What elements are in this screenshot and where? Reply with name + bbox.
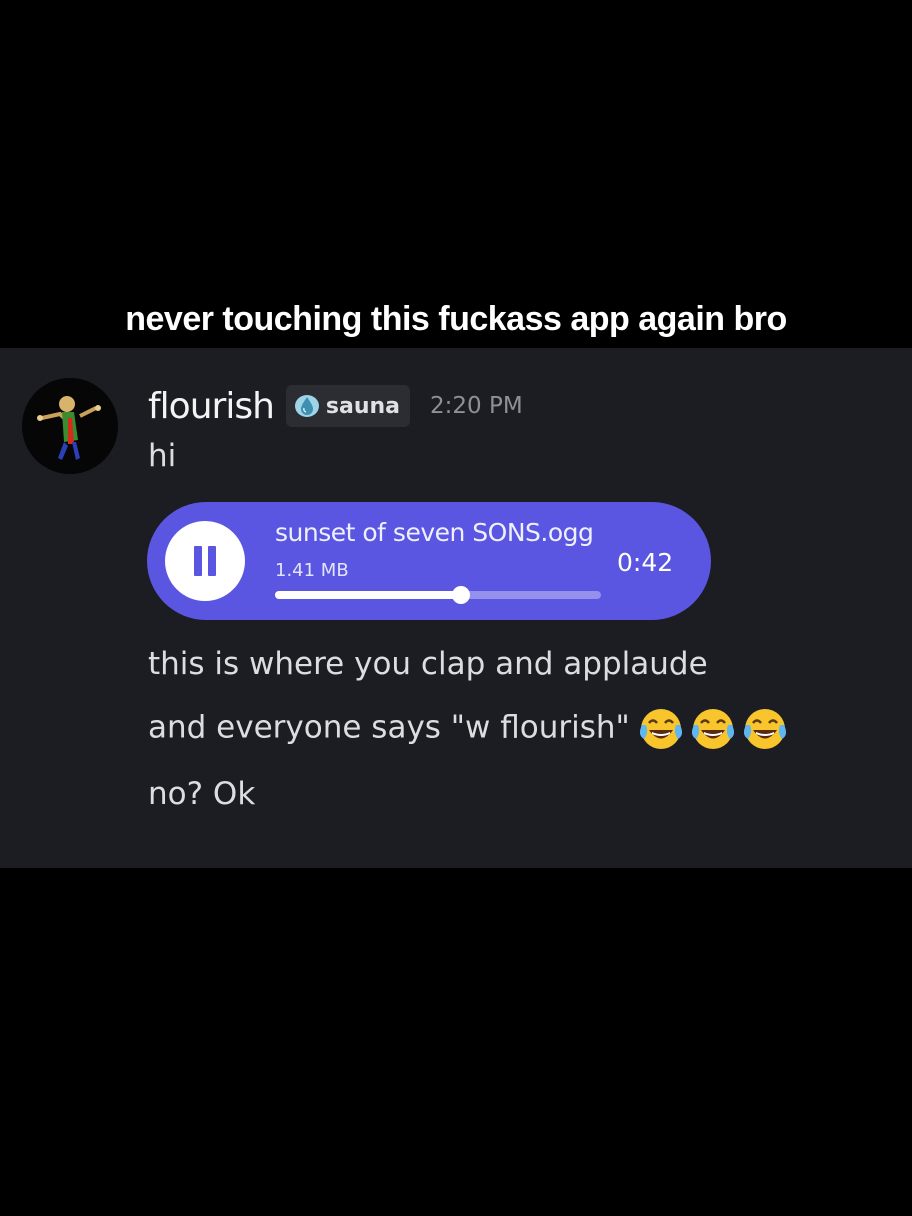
laughing-crying-emoji-icon: [639, 709, 682, 749]
message-line-text: and everyone says "w flourish": [148, 709, 630, 746]
laughing-crying-emoji-icon: [691, 709, 734, 749]
audio-progress-handle[interactable]: [451, 586, 470, 604]
emoji-group: [636, 705, 792, 753]
video-caption: never touching this fuckass app again br…: [125, 300, 787, 338]
avatar[interactable]: [22, 378, 118, 474]
username[interactable]: flourish: [148, 386, 275, 427]
water-drop-icon: [294, 395, 319, 417]
server-tag-label: sauna: [325, 393, 401, 419]
message-line: this is where you clap and applaude: [148, 646, 708, 682]
audio-progress-bar[interactable]: [275, 586, 601, 604]
audio-file-size: 1.41 MB: [275, 560, 349, 581]
audio-duration: 0:42: [617, 548, 674, 577]
avatar-figure-icon: [22, 378, 118, 474]
message-line-hi: hi: [148, 438, 177, 474]
server-tag-badge[interactable]: sauna: [285, 385, 411, 427]
audio-progress-fill: [275, 591, 461, 599]
laughing-crying-emoji-icon: [743, 709, 786, 749]
message-timestamp: 2:20 PM: [430, 393, 523, 419]
message-header: flourish sauna 2:20 PM: [148, 384, 523, 428]
audio-file-name[interactable]: sunset of seven SONS.ogg: [275, 518, 594, 547]
message-line: no? Ok: [148, 776, 256, 812]
pause-button[interactable]: [165, 521, 245, 601]
chat-message: flourish sauna 2:20 PM hi sunset of seve…: [0, 348, 912, 868]
audio-attachment: sunset of seven SONS.ogg 1.41 MB 0:42: [147, 502, 711, 620]
message-line-with-emoji: and everyone says "w flourish": [148, 705, 792, 753]
